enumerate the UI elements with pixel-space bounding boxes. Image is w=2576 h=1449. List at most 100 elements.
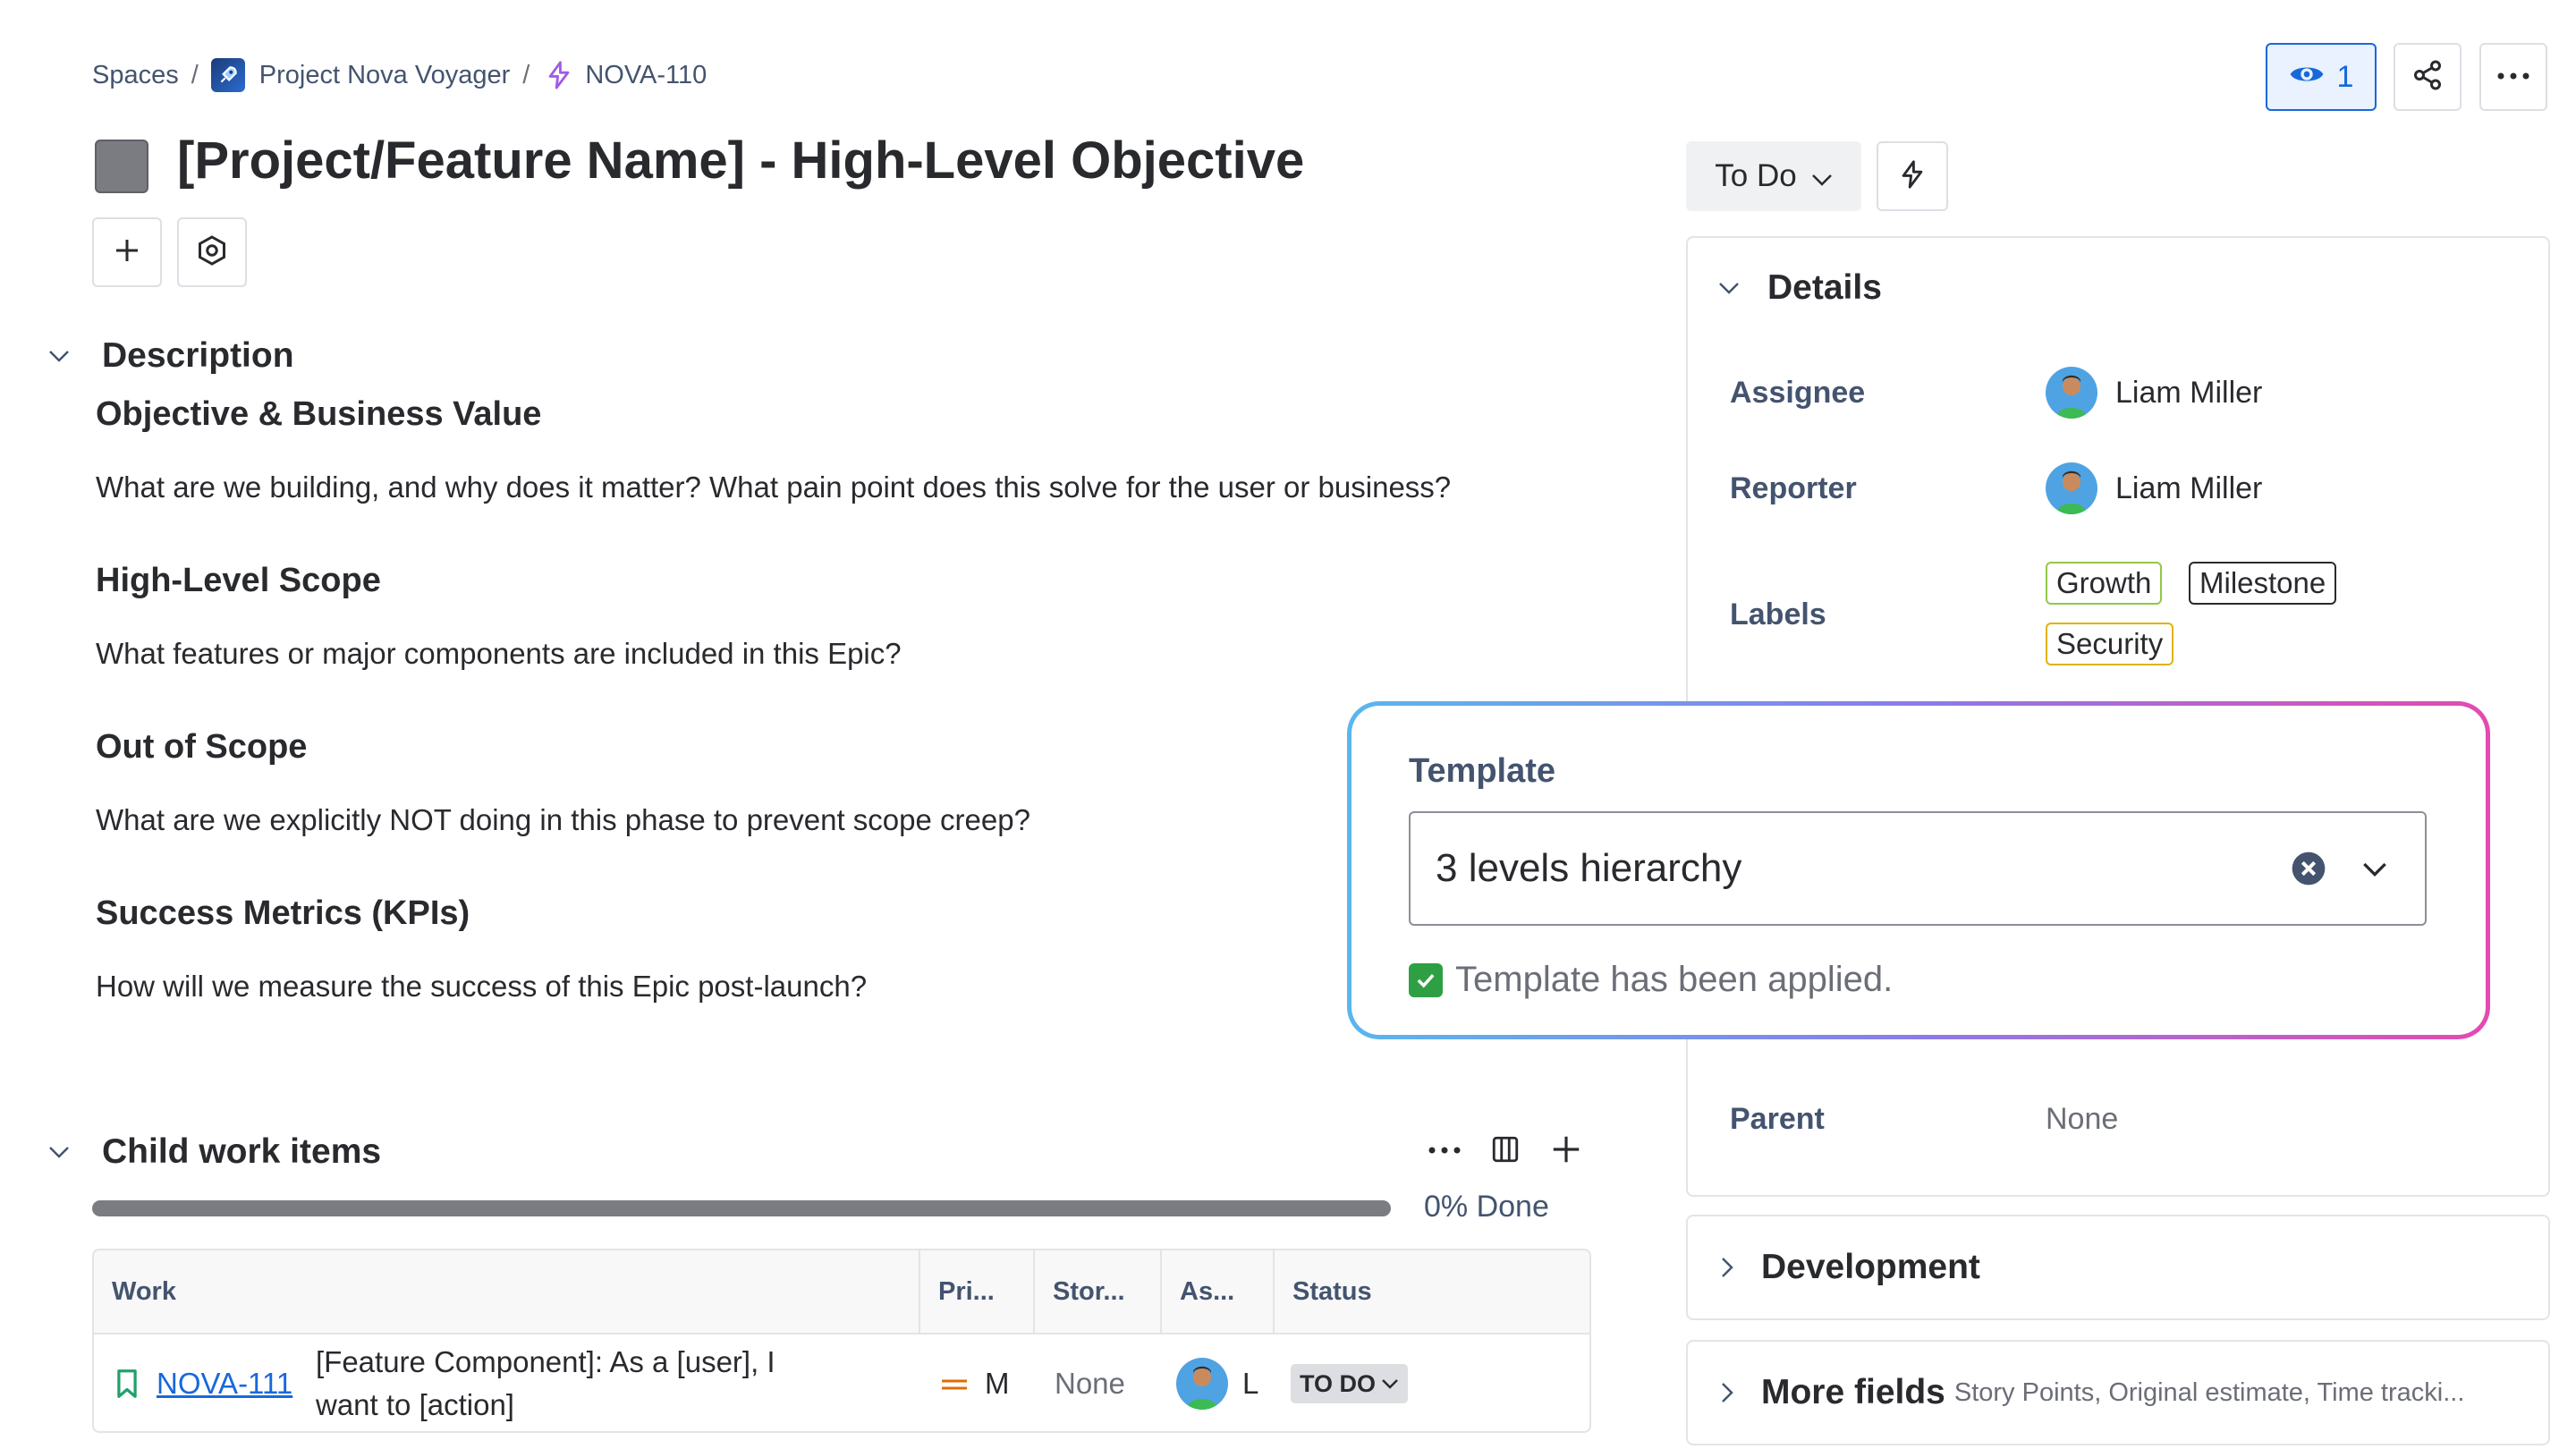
child-item-assignee-name: L [1242, 1367, 1259, 1400]
epic-color-swatch[interactable] [95, 140, 148, 193]
child-item-priority[interactable]: M [940, 1335, 1010, 1431]
share-button[interactable] [2394, 43, 2462, 111]
epic-lightning-icon [542, 58, 576, 92]
child-items-more-button[interactable] [1422, 1129, 1467, 1174]
parent-label: Parent [1730, 1102, 1825, 1136]
child-item-key[interactable]: NOVA-111 [157, 1367, 292, 1401]
template-applied-text: Template has been applied. [1455, 960, 1894, 999]
child-items-columns-button[interactable] [1483, 1129, 1528, 1174]
chevron-down-icon [43, 340, 75, 372]
reporter-name: Liam Miller [2115, 470, 2263, 505]
more-horizontal-icon [2496, 69, 2531, 85]
assignee-field[interactable]: Liam Miller [2046, 367, 2262, 419]
development-section-toggle[interactable]: Development [1686, 1215, 2550, 1320]
child-item-priority-value: M [985, 1367, 1010, 1400]
reporter-field[interactable]: Liam Miller [2046, 462, 2262, 514]
chevron-down-icon[interactable] [2357, 851, 2393, 896]
breadcrumb-separator: / [522, 60, 530, 89]
development-heading: Development [1761, 1248, 1980, 1286]
more-fields-summary: Story Points, Original estimate, Time tr… [1953, 1377, 2465, 1407]
reporter-label: Reporter [1730, 471, 1857, 505]
child-items-progress-bar [92, 1200, 1391, 1216]
labels-label: Labels [1730, 597, 1826, 631]
story-bookmark-icon [115, 1335, 139, 1431]
child-item-key-link[interactable]: NOVA-111 [157, 1335, 292, 1431]
page-title[interactable]: [Project/Feature Name] - High-Level Obje… [177, 131, 1304, 191]
template-selected-value: 3 levels hierarchy [1436, 846, 1742, 890]
column-header-work[interactable]: Work [94, 1250, 919, 1335]
child-items-section-toggle[interactable]: Child work items [43, 1132, 381, 1172]
label-chip-milestone[interactable]: Milestone [2189, 562, 2337, 605]
chevron-right-icon [1720, 1256, 1734, 1279]
child-items-table: Work Pri... Stor... As... Status NOVA-11… [92, 1249, 1591, 1433]
watch-button[interactable]: 1 [2266, 43, 2377, 111]
plus-icon [111, 234, 143, 271]
more-horizontal-icon [1427, 1143, 1462, 1159]
status-lozenge[interactable]: TO DO [1291, 1364, 1409, 1403]
breadcrumb-issue-key-link[interactable]: NOVA-110 [585, 61, 707, 90]
avatar [1176, 1358, 1228, 1410]
more-actions-button[interactable] [2479, 43, 2547, 111]
out-of-scope-text: What are we explicitly NOT doing in this… [96, 803, 1030, 836]
template-select[interactable]: 3 levels hierarchy [1409, 811, 2427, 926]
share-icon [2411, 59, 2444, 96]
scope-heading: High-Level Scope [96, 562, 381, 599]
child-items-add-button[interactable] [1544, 1129, 1589, 1174]
assignee-name: Liam Miller [2115, 375, 2263, 410]
chevron-right-icon [1720, 1381, 1734, 1404]
breadcrumb-spaces-link[interactable]: Spaces [92, 61, 179, 90]
automation-button[interactable] [1877, 141, 1948, 211]
column-header-priority[interactable]: Pri... [920, 1250, 1033, 1335]
status-dropdown[interactable]: To Do [1686, 141, 1861, 211]
status-label: To Do [1715, 158, 1797, 193]
objective-heading: Objective & Business Value [96, 395, 542, 433]
template-label: Template [1409, 752, 1556, 790]
description-section-toggle[interactable]: Description [43, 336, 294, 376]
details-heading: Details [1767, 268, 1882, 307]
avatar [2046, 462, 2097, 514]
child-item-status[interactable]: TO DO [1291, 1335, 1409, 1431]
hexagon-settings-icon [196, 234, 228, 271]
kpis-text: How will we measure the success of this … [96, 970, 868, 1003]
child-item-story-points[interactable]: None [1055, 1335, 1125, 1431]
eye-icon [2289, 60, 2325, 95]
chevron-down-icon [1382, 1379, 1398, 1389]
description-heading: Description [102, 336, 294, 375]
child-items-progress-label: 0% Done [1424, 1190, 1549, 1224]
child-item-assignee[interactable]: L [1176, 1335, 1259, 1431]
scope-text: What features or major components are in… [96, 637, 902, 670]
priority-medium-icon [940, 1367, 969, 1401]
column-header-assignee[interactable]: As... [1162, 1250, 1273, 1335]
parent-value[interactable]: None [2046, 1102, 2118, 1137]
columns-icon [1490, 1134, 1521, 1169]
check-mark-icon [1409, 962, 1443, 997]
template-applied-message: Template has been applied. [1409, 960, 1893, 1000]
kpis-heading: Success Metrics (KPIs) [96, 894, 470, 932]
column-header-story-points[interactable]: Stor... [1035, 1250, 1160, 1335]
template-popup: Template 3 levels hierarchy Template has… [1347, 701, 2490, 1039]
clear-selection-icon[interactable] [2291, 851, 2326, 896]
label-chip-growth[interactable]: Growth [2046, 562, 2163, 605]
column-header-status[interactable]: Status [1275, 1250, 1589, 1335]
more-fields-section-toggle[interactable]: More fields Story Points, Original estim… [1686, 1340, 2550, 1445]
label-chip-security[interactable]: Security [2046, 623, 2174, 665]
details-section-toggle[interactable]: Details [1717, 268, 1882, 308]
objective-text: What are we building, and why does it ma… [96, 470, 1452, 504]
lightning-icon [1897, 159, 1928, 194]
assignee-label: Assignee [1730, 376, 1866, 410]
breadcrumb-project-link[interactable]: Project Nova Voyager [259, 61, 510, 90]
chevron-down-icon [1811, 158, 1833, 194]
more-fields-heading: More fields [1761, 1373, 1945, 1411]
breadcrumb-separator: / [191, 60, 199, 89]
add-button[interactable] [92, 217, 162, 287]
child-item-summary[interactable]: [Feature Component]: As a [user], I want… [316, 1335, 775, 1431]
child-item-summary-line: want to [action] [316, 1388, 514, 1421]
child-item-summary-line: [Feature Component]: As a [user], I [316, 1345, 775, 1378]
watch-count: 1 [2336, 59, 2354, 94]
plus-icon [1549, 1132, 1583, 1171]
chevron-down-icon [1717, 281, 1741, 295]
chevron-down-icon [43, 1136, 75, 1168]
breadcrumb: Spaces / Project Nova Voyager / NOVA-110 [92, 57, 707, 93]
rocket-icon [210, 58, 245, 92]
apps-button[interactable] [177, 217, 247, 287]
